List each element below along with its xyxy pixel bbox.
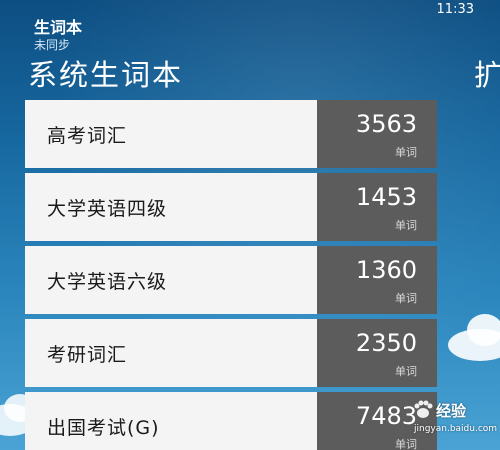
- wordbook-count-unit: 单词: [395, 219, 417, 232]
- status-clock: 11:33: [436, 2, 474, 17]
- wordbook-list: 高考词汇 3563 单词 大学英语四级 1453 单词 大学英语六级 1360 …: [25, 100, 437, 450]
- wordbook-count-tile: 1453 单词: [317, 173, 437, 241]
- wordbook-count-unit: 单词: [395, 146, 417, 159]
- wordbook-count-tile: 2350 单词: [317, 319, 437, 387]
- wordbook-count: 1453: [355, 183, 417, 211]
- wordbook-row-cet4[interactable]: 大学英语四级 1453 单词: [25, 173, 437, 241]
- wordbook-row-kaoyan[interactable]: 考研词汇 2350 单词: [25, 319, 437, 387]
- sync-status: 未同步: [34, 38, 71, 52]
- next-pivot-peek[interactable]: 扩: [474, 52, 500, 94]
- wordbook-name: 高考词汇: [25, 100, 317, 168]
- baidu-jingyan-watermark: 经验 jingyan.baidu.com: [412, 396, 500, 436]
- paw-icon: [414, 400, 433, 418]
- wordbook-count-unit: 单词: [395, 438, 417, 450]
- watermark-url: jingyan.baidu.com: [414, 424, 498, 434]
- wordbook-row-abroad[interactable]: 出国考试(G) 7483 单词: [25, 392, 437, 450]
- wordbook-count-tile: 3563 单词: [317, 100, 437, 168]
- wordbook-name: 考研词汇: [25, 319, 317, 387]
- watermark-brand: 经验: [436, 402, 467, 420]
- wordbook-name: 大学英语四级: [25, 173, 317, 241]
- wordbook-row-gaokao[interactable]: 高考词汇 3563 单词: [25, 100, 437, 168]
- wordbook-name: 大学英语六级: [25, 246, 317, 314]
- wordbook-count: 1360: [355, 256, 417, 284]
- wordbook-row-cet6[interactable]: 大学英语六级 1360 单词: [25, 246, 437, 314]
- wordbook-count: 7483: [355, 402, 417, 430]
- wordbook-count-unit: 单词: [395, 292, 417, 305]
- cloud-right-decoration: [448, 314, 500, 361]
- page-title: 系统生词本: [28, 58, 184, 92]
- wordbook-name: 出国考试(G): [25, 392, 317, 450]
- wordbook-count: 2350: [355, 329, 417, 357]
- wordbook-count: 3563: [355, 110, 417, 138]
- app-title: 生词本: [34, 18, 83, 37]
- wordbook-count-tile: 1360 单词: [317, 246, 437, 314]
- wordbook-count-unit: 单词: [395, 365, 417, 378]
